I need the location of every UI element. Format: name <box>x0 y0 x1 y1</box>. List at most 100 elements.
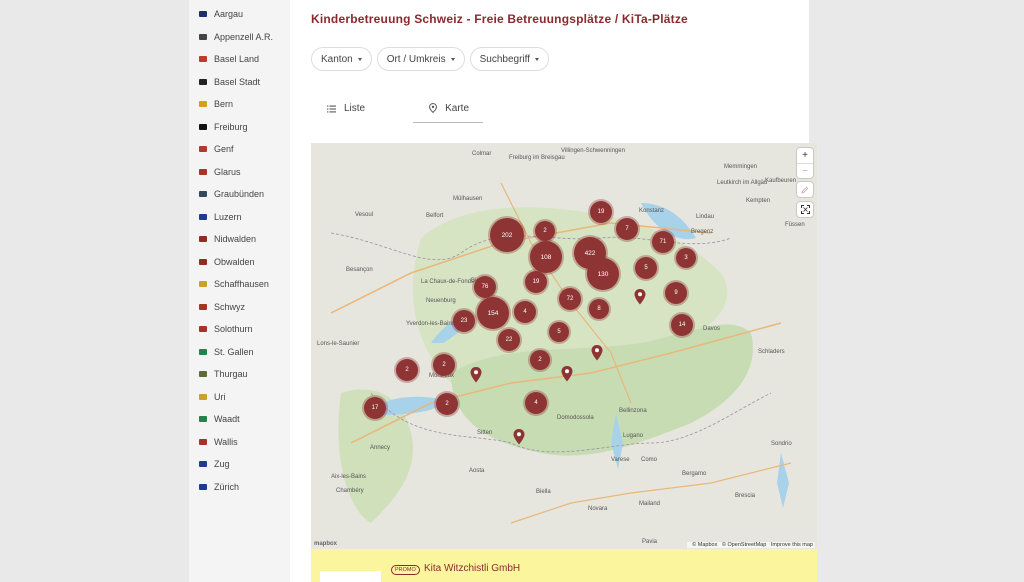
map-place-label: Novara <box>588 506 608 512</box>
map-cluster[interactable]: 108 <box>530 241 562 273</box>
ort-filter-button[interactable]: Ort / Umkreis <box>376 47 465 71</box>
map-cluster[interactable]: 71 <box>652 231 674 253</box>
list-icon <box>327 105 336 112</box>
map-cluster[interactable]: 5 <box>635 257 657 279</box>
sidebar-item-canton[interactable]: Freiburg <box>189 116 290 139</box>
sidebar-item-canton[interactable]: Zürich <box>189 476 290 499</box>
sidebar-item-label: Obwalden <box>214 256 255 267</box>
kanton-filter-button[interactable]: Kanton <box>311 47 372 71</box>
draw-tool-button[interactable] <box>797 182 813 197</box>
map-place-label: Schladers <box>758 349 785 355</box>
tab-liste[interactable]: Liste <box>311 94 379 123</box>
map-cluster[interactable]: 4 <box>525 392 547 414</box>
promo-listing[interactable]: PROMO Kita Witzchistli GmbH <box>311 549 817 582</box>
sidebar-item-canton[interactable]: Bern <box>189 93 290 116</box>
sidebar-item-canton[interactable]: St. Gallen <box>189 341 290 364</box>
sidebar-item-label: Graubünden <box>214 189 265 200</box>
map-cluster[interactable]: 22 <box>498 329 520 351</box>
map-cluster[interactable]: 76 <box>474 276 496 298</box>
sidebar-item-label: Zug <box>214 459 230 470</box>
sidebar-item-canton[interactable]: Uri <box>189 386 290 409</box>
canton-flag-icon <box>199 258 207 265</box>
map-cluster[interactable]: 2 <box>535 221 555 241</box>
sidebar-item-canton[interactable]: Schwyz <box>189 296 290 319</box>
canton-flag-icon <box>199 303 207 310</box>
map-cluster[interactable]: 2 <box>433 354 455 376</box>
sidebar-item-canton[interactable]: Solothurn <box>189 318 290 341</box>
sidebar-item-label: Wallis <box>214 436 238 447</box>
map-cluster[interactable]: 154 <box>477 297 509 329</box>
mapbox-logo[interactable]: mapbox <box>314 541 337 547</box>
sidebar-item-canton[interactable]: Basel Land <box>189 48 290 71</box>
map-place-label: La Chaux-de-Fonds <box>421 279 475 285</box>
sidebar-item-canton[interactable]: Appenzell A.R. <box>189 26 290 49</box>
map-cluster[interactable]: 14 <box>671 314 693 336</box>
map-cluster[interactable]: 2 <box>530 350 550 370</box>
map-cluster[interactable]: 9 <box>665 282 687 304</box>
map-place-label: Leutkirch im Allgäu <box>717 180 768 186</box>
sidebar-item-canton[interactable]: Graubünden <box>189 183 290 206</box>
canton-flag-icon <box>199 11 207 18</box>
suchbegriff-filter-label: Suchbegriff <box>479 53 530 65</box>
ort-filter-label: Ort / Umkreis <box>386 53 446 65</box>
sidebar-item-canton[interactable]: Schaffhausen <box>189 273 290 296</box>
tab-karte[interactable]: Karte <box>413 94 484 123</box>
promo-name-link[interactable]: Kita Witzchistli GmbH <box>424 563 520 574</box>
attribution-improve-link[interactable]: Improve this map <box>771 542 813 548</box>
map-cluster[interactable]: 8 <box>589 299 609 319</box>
map-view[interactable]: Colmar Freiburg im Breisgau Villingen-Schw… <box>311 143 817 549</box>
attribution-osm-link[interactable]: © OpenStreetMap <box>722 542 766 548</box>
sidebar-item-canton[interactable]: Aargau <box>189 3 290 26</box>
attribution-mapbox-link[interactable]: © Mapbox <box>692 542 717 548</box>
map-cluster[interactable]: 130 <box>587 258 619 290</box>
sidebar-item-label: Basel Land <box>214 54 260 65</box>
map-place-label: Biella <box>536 489 551 495</box>
canton-flag-icon <box>199 191 207 198</box>
zoom-in-button[interactable]: + <box>797 148 813 163</box>
map-cluster[interactable]: 72 <box>559 288 581 310</box>
map-cluster[interactable]: 23 <box>453 310 475 332</box>
page-title: Kinderbetreuung Schweiz - Freie Betreuun… <box>311 12 688 26</box>
zoom-out-button[interactable]: − <box>797 163 813 178</box>
map-pin-icon[interactable] <box>634 289 646 305</box>
map-cluster[interactable]: 7 <box>616 218 638 240</box>
map-cluster[interactable]: 19 <box>590 201 612 223</box>
canton-flag-icon <box>199 348 207 355</box>
suchbegriff-filter-button[interactable]: Suchbegriff <box>469 47 549 71</box>
sidebar-item-canton[interactable]: Basel Stadt <box>189 71 290 94</box>
map-place-label: Neuenburg <box>426 298 456 304</box>
map-pin-icon[interactable] <box>561 366 573 382</box>
map-cluster[interactable]: 2 <box>436 393 458 415</box>
map-cluster[interactable]: 3 <box>676 248 696 268</box>
map-pin-icon[interactable] <box>513 429 525 445</box>
map-cluster[interactable]: 2 <box>396 359 418 381</box>
map-cluster[interactable]: 19 <box>525 271 547 293</box>
sidebar-item-canton[interactable]: Zug <box>189 453 290 476</box>
sidebar-item-canton[interactable]: Luzern <box>189 206 290 229</box>
map-place-label: Lindau <box>696 214 715 220</box>
sidebar-item-label: St. Gallen <box>214 346 254 357</box>
canton-list: Aargau Appenzell A.R. Basel Land Basel Stad… <box>189 0 290 498</box>
sidebar-item-canton[interactable]: Wallis <box>189 431 290 454</box>
pencil-icon <box>801 186 809 194</box>
sidebar-item-canton[interactable]: Obwalden <box>189 251 290 274</box>
map-place-label: Sondrio <box>771 441 792 447</box>
canton-flag-icon <box>199 78 207 85</box>
map-cluster[interactable]: 17 <box>364 397 386 419</box>
map-cluster[interactable]: 4 <box>514 301 536 323</box>
map-pin-icon[interactable] <box>470 367 482 383</box>
sidebar-item-canton[interactable]: Thurgau <box>189 363 290 386</box>
sidebar-item-canton[interactable]: Nidwalden <box>189 228 290 251</box>
map-place-label: Pavia <box>642 539 658 545</box>
sidebar-item-canton[interactable]: Genf <box>189 138 290 161</box>
sidebar-item-canton[interactable]: Waadt <box>189 408 290 431</box>
canton-flag-icon <box>199 461 207 468</box>
canton-flag-icon <box>199 281 207 288</box>
canton-flag-icon <box>199 326 207 333</box>
zoom-control: + − <box>797 148 813 178</box>
map-cluster[interactable]: 5 <box>549 322 569 342</box>
fullscreen-button[interactable] <box>797 202 813 217</box>
map-cluster[interactable]: 202 <box>490 218 524 252</box>
map-pin-icon[interactable] <box>591 345 603 361</box>
sidebar-item-canton[interactable]: Glarus <box>189 161 290 184</box>
